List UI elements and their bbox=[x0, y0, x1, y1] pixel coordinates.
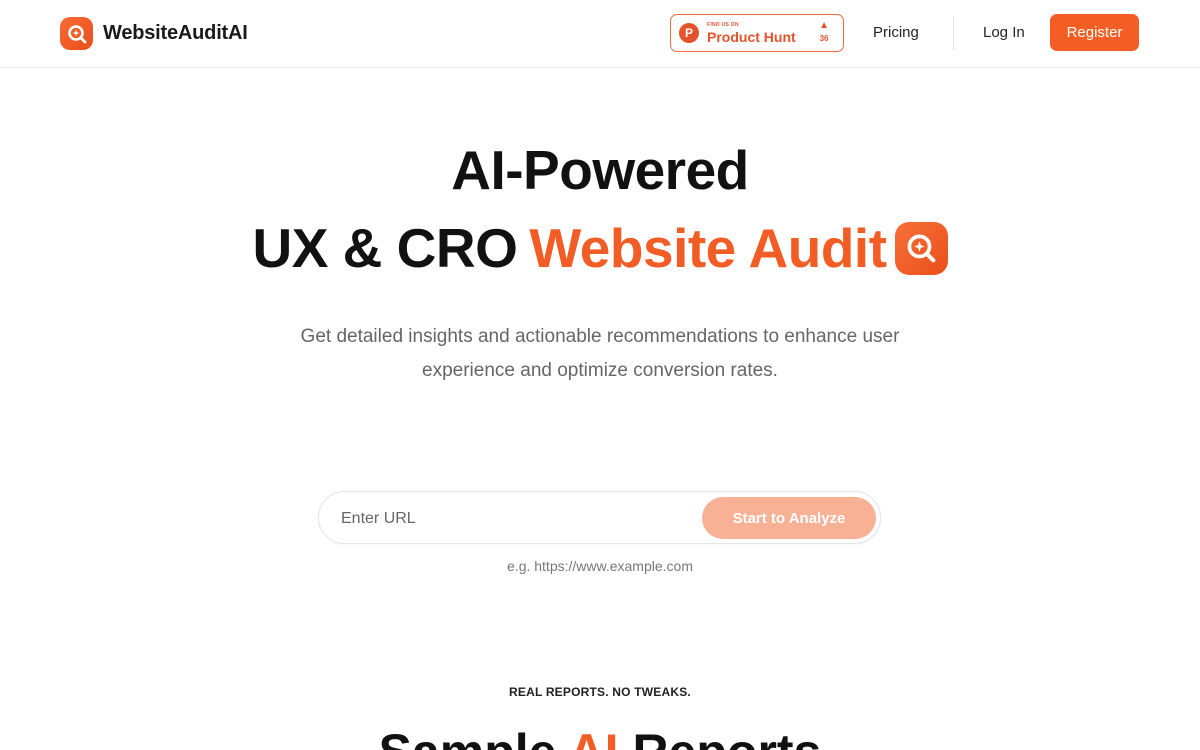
url-example-hint: e.g. https://www.example.com bbox=[507, 558, 693, 574]
magnifier-logo-icon bbox=[60, 17, 93, 50]
start-analyze-button[interactable]: Start to Analyze bbox=[702, 497, 876, 539]
brand-home-link[interactable]: WebsiteAuditAI bbox=[60, 17, 248, 50]
upvote-arrow-icon: ▲ bbox=[819, 20, 829, 31]
register-button[interactable]: Register bbox=[1050, 14, 1139, 51]
product-hunt-label: Product Hunt bbox=[707, 28, 796, 45]
hero-heading-accent-text: Website Audit bbox=[529, 217, 887, 279]
hero-heading-line2: UX & CRO Website Audit bbox=[0, 216, 1200, 280]
nav-pricing-link[interactable]: Pricing bbox=[873, 24, 919, 41]
hero-heading-line1: AI-Powered bbox=[451, 139, 749, 201]
brand-name: WebsiteAuditAI bbox=[103, 22, 248, 44]
magnifier-badge-icon bbox=[894, 221, 948, 275]
product-hunt-badge[interactable]: P FIND US ON Product Hunt ▲ 36 bbox=[670, 14, 844, 52]
samples-heading-end: Reports bbox=[619, 724, 821, 750]
samples-heading-accent: AI bbox=[569, 724, 619, 750]
samples-heading-start: Sample bbox=[379, 724, 569, 750]
top-navbar: WebsiteAuditAI P FIND US ON Product Hunt… bbox=[0, 0, 1200, 68]
url-input[interactable] bbox=[341, 506, 701, 532]
page: WebsiteAuditAI P FIND US ON Product Hunt… bbox=[0, 0, 1200, 750]
url-form: Start to Analyze bbox=[318, 491, 881, 544]
samples-eyebrow: REAL REPORTS. NO TWEAKS. bbox=[509, 685, 691, 699]
upvote-count: 36 bbox=[819, 34, 829, 43]
product-hunt-small-text: FIND US ON bbox=[707, 21, 739, 28]
nav-login-link[interactable]: Log In bbox=[983, 24, 1025, 41]
nav-divider bbox=[953, 16, 954, 50]
product-hunt-text: FIND US ON Product Hunt bbox=[707, 21, 796, 45]
hero-heading-dark-text: UX & CRO bbox=[252, 217, 518, 279]
hero-subtitle: Get detailed insights and actionable rec… bbox=[300, 326, 900, 381]
product-hunt-votes: ▲ 36 bbox=[819, 20, 829, 44]
samples-heading: Sample AI Reports bbox=[0, 722, 1200, 750]
product-hunt-icon: P bbox=[679, 23, 699, 43]
